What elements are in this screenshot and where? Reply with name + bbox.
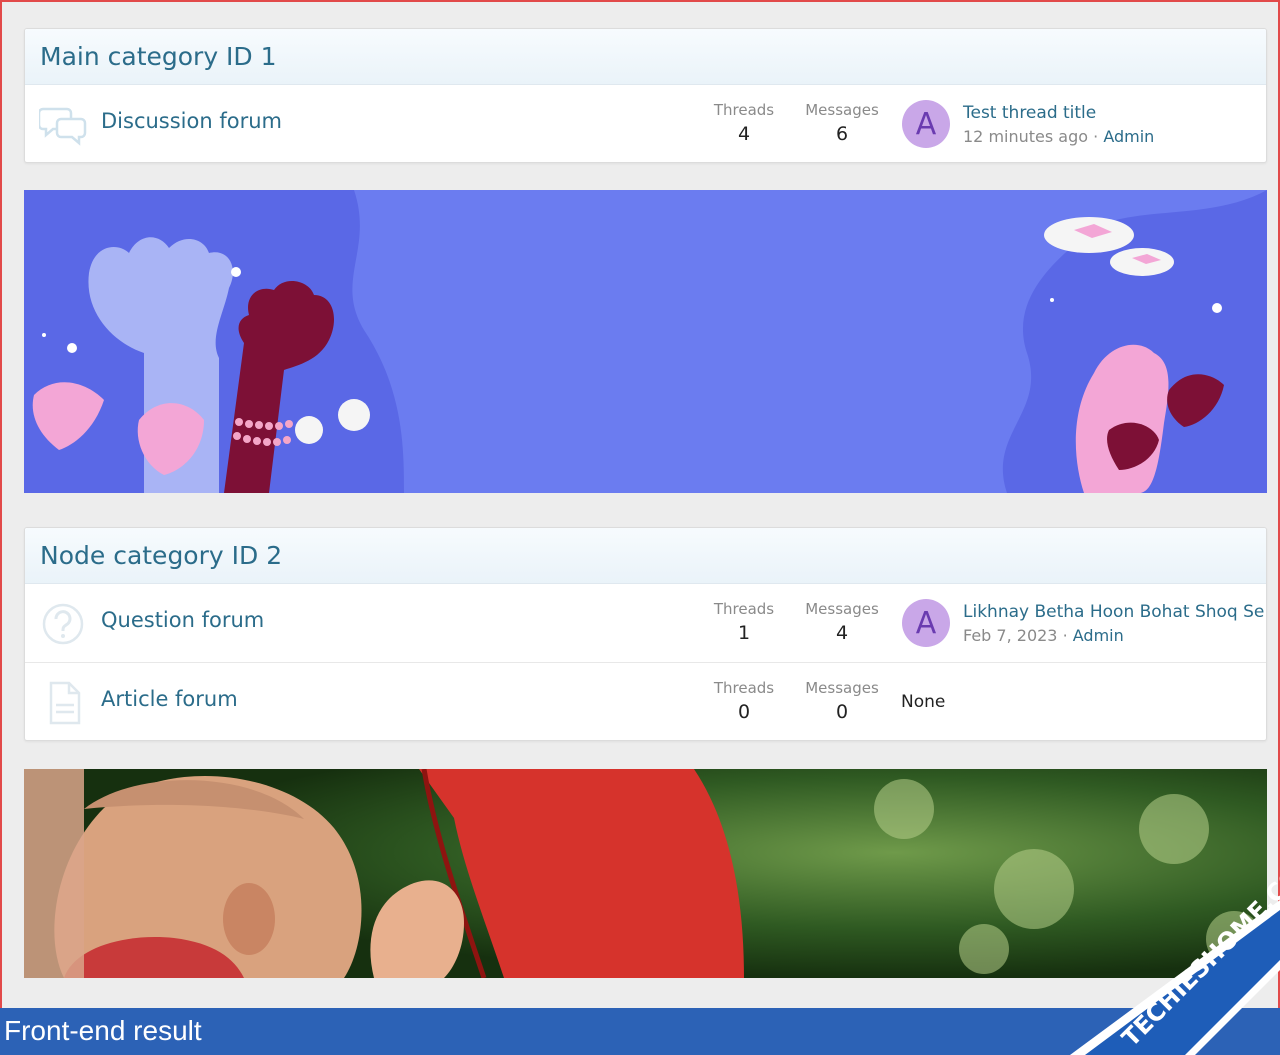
- banner-art: [24, 190, 1267, 493]
- footer-caption: Front-end result: [4, 1015, 202, 1046]
- forum-title[interactable]: Discussion forum: [101, 109, 282, 133]
- messages-label: Messages: [805, 101, 879, 119]
- last-thread-link[interactable]: Likhnay Betha Hoon Bohat Shoq Se...: [963, 602, 1266, 622]
- threads-label: Threads: [713, 600, 775, 618]
- forum-title[interactable]: Question forum: [101, 608, 264, 632]
- chat-bubbles-icon: [39, 107, 87, 146]
- category-block-2: Node category ID 2 Question forum Thread…: [24, 527, 1267, 741]
- messages-label: Messages: [805, 679, 879, 697]
- messages-stat: Messages 4: [797, 600, 887, 644]
- threads-label: Threads: [713, 101, 775, 119]
- meta-separator: ·: [1062, 626, 1068, 645]
- node-row-question: Question forum Threads 1 Messages 4 A Li…: [25, 584, 1266, 663]
- watermark-ribbon: TECHIESHOME.COM: [1040, 820, 1280, 1055]
- last-post-time[interactable]: 12 minutes ago: [963, 127, 1088, 146]
- messages-count: 0: [835, 701, 849, 723]
- messages-stat: Messages 0: [797, 679, 887, 723]
- threads-count: 0: [737, 701, 751, 723]
- last-post-meta: Feb 7, 2023 · Admin: [963, 626, 1124, 645]
- threads-label: Threads: [713, 679, 775, 697]
- messages-label: Messages: [805, 600, 879, 618]
- last-post-user[interactable]: Admin: [1103, 127, 1154, 146]
- last-thread-link[interactable]: Test thread title: [963, 103, 1096, 123]
- category-title[interactable]: Node category ID 2: [40, 541, 282, 570]
- messages-count: 4: [835, 622, 849, 644]
- threads-stat: Threads 4: [699, 101, 789, 145]
- last-post-meta: 12 minutes ago · Admin: [963, 127, 1154, 146]
- document-icon: [49, 681, 81, 725]
- threads-stat: Threads 1: [699, 600, 789, 644]
- question-circle-icon: [42, 603, 84, 645]
- node-row-article: Article forum Threads 0 Messages 0 None: [25, 663, 1266, 740]
- category-block-1: Main category ID 1 Discussion forum Thre…: [24, 28, 1267, 163]
- messages-stat: Messages 6: [797, 101, 887, 145]
- threads-count: 4: [737, 123, 751, 145]
- category-title[interactable]: Main category ID 1: [40, 42, 277, 71]
- node-row-discussion: Discussion forum Threads 4 Messages 6 A …: [25, 85, 1266, 162]
- avatar[interactable]: A: [902, 100, 950, 148]
- last-post-none: None: [901, 692, 946, 712]
- threads-stat: Threads 0: [699, 679, 789, 723]
- watermark-art: TECHIESHOME.COM: [1070, 845, 1280, 1055]
- meta-separator: ·: [1093, 127, 1099, 146]
- threads-count: 1: [737, 622, 751, 644]
- forum-title[interactable]: Article forum: [101, 687, 238, 711]
- avatar[interactable]: A: [902, 599, 950, 647]
- last-post-user[interactable]: Admin: [1073, 626, 1124, 645]
- banner-illustration: [24, 190, 1267, 493]
- category-header-1: Main category ID 1: [25, 29, 1266, 85]
- messages-count: 6: [835, 123, 849, 145]
- category-header-2: Node category ID 2: [25, 528, 1266, 584]
- last-post-time[interactable]: Feb 7, 2023: [963, 626, 1057, 645]
